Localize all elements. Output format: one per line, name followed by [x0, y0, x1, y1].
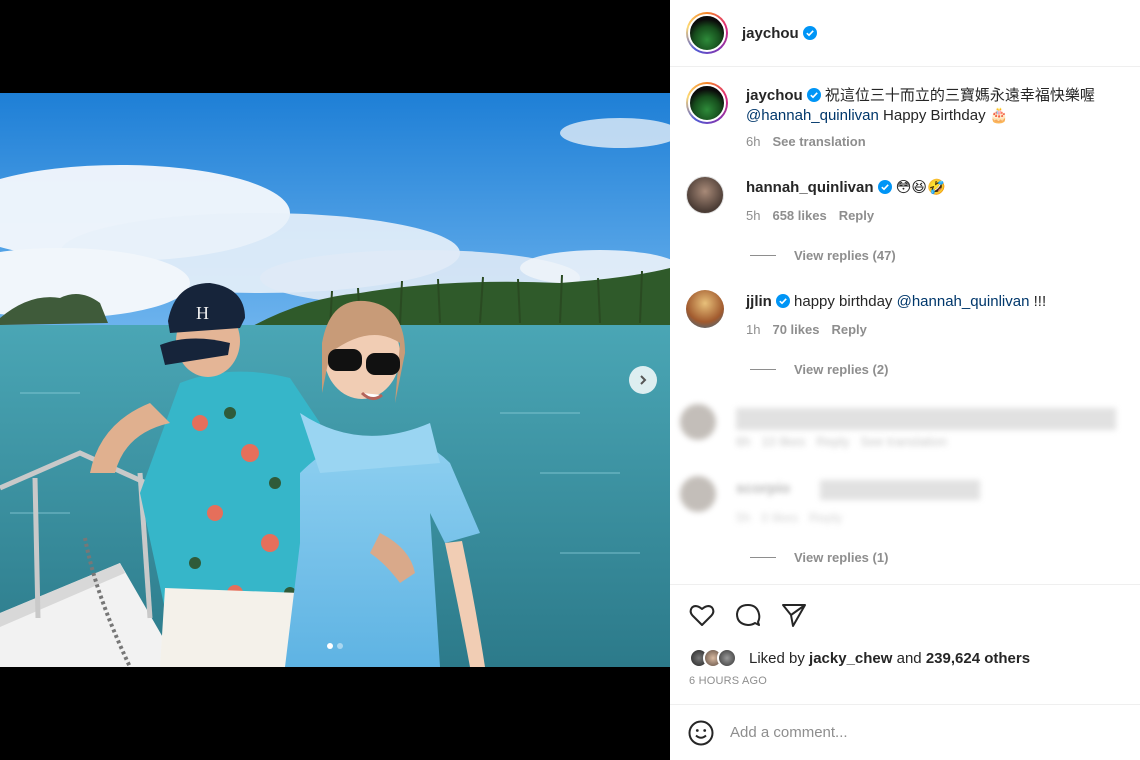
caption-time: 6h: [746, 134, 761, 149]
caption-mention-link[interactable]: @hannah_quinlivan: [746, 107, 879, 124]
view-replies-button[interactable]: View replies (1): [750, 550, 888, 565]
likes-summary: Liked by jacky_chew and 239,624 others: [689, 648, 1030, 668]
carousel-dots: [0, 643, 670, 649]
post-photo[interactable]: H: [0, 93, 670, 667]
divider: [750, 557, 776, 558]
header-username[interactable]: jaychou: [742, 25, 799, 42]
author-avatar[interactable]: [686, 12, 728, 54]
heart-icon[interactable]: [688, 601, 716, 629]
post-header: jaychou: [670, 0, 1140, 67]
likes-count[interactable]: 239,624 others: [926, 650, 1030, 667]
comment-time: 1h: [746, 322, 761, 337]
verified-badge-icon: [802, 26, 817, 40]
comment-text: hannah_quinlivan 😳😆🤣: [746, 178, 1124, 198]
comment-item: hannah_quinlivan 😳😆🤣 5h 658 likes Reply …: [686, 176, 1124, 276]
view-replies-button[interactable]: View replies (2): [750, 362, 888, 377]
caption-avatar[interactable]: [686, 82, 728, 124]
liker-avatar: [717, 648, 737, 668]
comment-meta: 1h 70 likes Reply: [746, 322, 867, 337]
blurred-comment: 6h 10 likes Reply See translation: [680, 404, 1140, 458]
view-replies-label: View replies (2): [794, 362, 889, 377]
reply-button[interactable]: Reply: [839, 208, 874, 223]
view-replies-label: View replies (1): [794, 550, 889, 565]
comments-list: jaychou 祝這位三十而立的三寶媽永遠幸福快樂喔 @hannah_quinl…: [670, 68, 1140, 584]
post-panel: jaychou jaychou 祝這位三十而立的三寶媽永遠幸福快樂喔 @hann…: [670, 0, 1140, 760]
caption-text: jaychou 祝這位三十而立的三寶媽永遠幸福快樂喔 @hannah_quinl…: [746, 86, 1124, 126]
caption: jaychou 祝這位三十而立的三寶媽永遠幸福快樂喔 @hannah_quinl…: [686, 82, 1124, 152]
see-translation-link[interactable]: See translation: [772, 134, 865, 149]
likes-middle: and: [896, 649, 922, 667]
blurred-comment-username: scorpio: [736, 480, 791, 497]
caption-message: 祝這位三十而立的三寶媽永遠幸福快樂喔: [824, 87, 1095, 104]
share-icon[interactable]: [780, 601, 808, 629]
commenter-avatar[interactable]: [686, 176, 724, 214]
caption-username[interactable]: jaychou: [746, 87, 803, 104]
likes-prefix: Liked by: [749, 649, 805, 667]
comment-input[interactable]: [730, 724, 1070, 741]
post-media: H: [0, 0, 670, 760]
comment-time: 5h: [746, 208, 761, 223]
comment-likes[interactable]: 658 likes: [772, 208, 826, 223]
blurred-comment: scorpio 5h 0 likes Reply: [680, 476, 1140, 536]
reply-button[interactable]: Reply: [831, 322, 866, 337]
divider: [750, 369, 776, 370]
cake-emoji: 🎂: [989, 107, 1009, 124]
commenter-avatar[interactable]: [686, 290, 724, 328]
caption-message-end: Happy Birthday: [883, 107, 986, 124]
comment-message: 😳😆🤣: [895, 179, 946, 196]
view-replies-label: View replies (47): [794, 248, 896, 263]
comment-text: jjlin happy birthday @hannah_quinlivan !…: [746, 292, 1124, 312]
caption-meta: 6h See translation: [746, 134, 866, 149]
comment-mention-link[interactable]: @hannah_quinlivan: [897, 293, 1030, 310]
post-timestamp: 6 HOURS AGO: [689, 675, 767, 687]
comment-message-end: !!!: [1033, 293, 1047, 310]
comment-username[interactable]: jjlin: [746, 293, 772, 310]
post-actions: [670, 584, 1140, 627]
verified-badge-icon: [806, 88, 821, 102]
chevron-right-icon: [640, 375, 647, 385]
carousel-next-button[interactable]: [629, 366, 657, 394]
add-comment-bar: [670, 704, 1140, 760]
blurred-comment-meta: 6h 10 likes Reply See translation: [736, 434, 948, 449]
comment-icon[interactable]: [734, 601, 762, 629]
verified-badge-icon: [775, 294, 790, 308]
liker-username[interactable]: jacky_chew: [809, 650, 892, 667]
divider: [750, 255, 776, 256]
verified-badge-icon: [877, 180, 892, 194]
emoji-icon[interactable]: [688, 720, 714, 746]
comment-message: happy birthday: [794, 293, 893, 310]
comment-meta: 5h 658 likes Reply: [746, 208, 874, 223]
blurred-comment-meta: 5h 0 likes Reply: [736, 510, 843, 525]
comment-likes[interactable]: 70 likes: [772, 322, 819, 337]
comment-item: jjlin happy birthday @hannah_quinlivan !…: [686, 290, 1124, 390]
svg-text:H: H: [196, 303, 209, 323]
carousel-dot[interactable]: [337, 643, 343, 649]
comment-username[interactable]: hannah_quinlivan: [746, 179, 874, 196]
view-replies-button[interactable]: View replies (47): [750, 248, 896, 263]
carousel-dot[interactable]: [327, 643, 333, 649]
